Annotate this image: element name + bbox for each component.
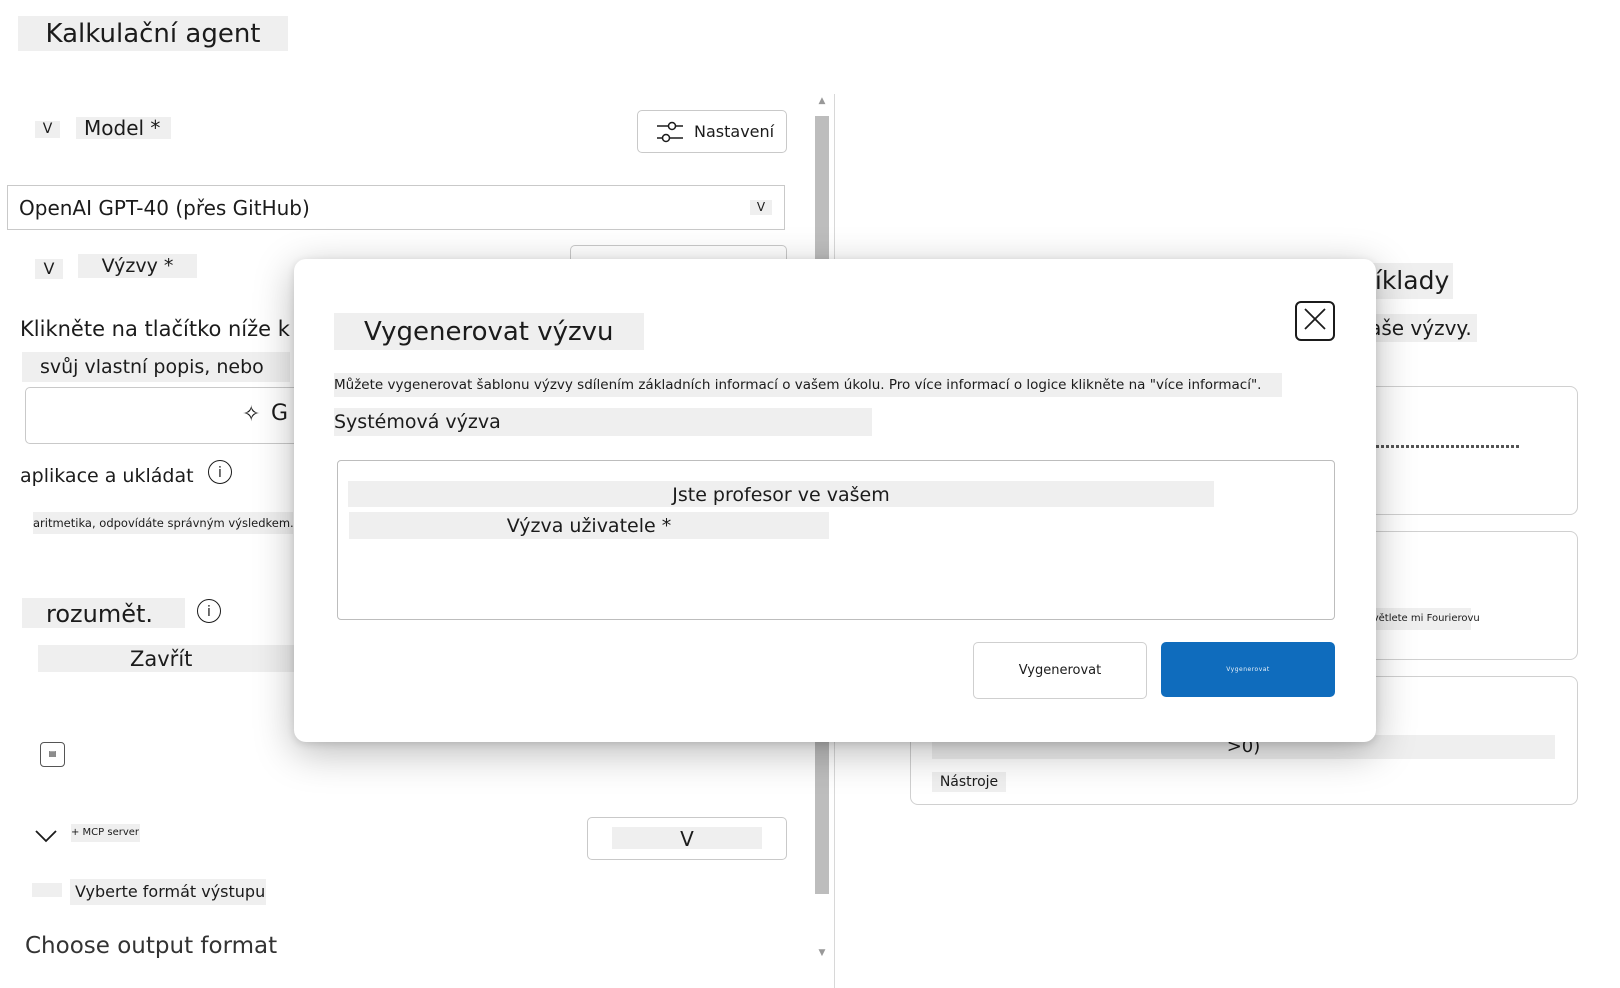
system-prompt-label: Systémová výzva bbox=[334, 408, 872, 436]
chevron-down-icon-tools[interactable] bbox=[34, 828, 58, 848]
tools-dropdown[interactable]: V bbox=[587, 817, 787, 860]
model-select-value: OpenAI GPT-40 (přes GitHub) bbox=[19, 196, 310, 220]
system-prompt-preview: aritmetika, odpovídáte správným výsledke… bbox=[33, 512, 293, 534]
close-label[interactable]: Zavřít bbox=[38, 645, 298, 672]
model-select[interactable]: OpenAI GPT-40 (přes GitHub) V bbox=[7, 185, 785, 230]
generate-button-label: Vygenerovat bbox=[1018, 663, 1102, 678]
info-icon-2[interactable]: i bbox=[197, 599, 221, 623]
generate-prompt-button-label: G bbox=[271, 401, 289, 426]
model-label: Model * bbox=[76, 117, 171, 139]
dialog-title: Vygenerovat výzvu bbox=[334, 313, 644, 350]
dialog-description: Můžete vygenerovat šablonu výzvy sdílení… bbox=[334, 373, 1282, 397]
primary-button[interactable]: Vygenerovat bbox=[1161, 642, 1335, 697]
sparkle-icon: ✧ bbox=[242, 402, 261, 427]
prompts-instruction-line2: svůj vlastní popis, nebo bbox=[22, 352, 290, 382]
generate-button[interactable]: Vygenerovat bbox=[973, 642, 1147, 699]
chevron-down-icon: V bbox=[750, 200, 772, 215]
prompts-label: Výzvy * bbox=[78, 254, 197, 278]
settings-button[interactable]: Nastavení bbox=[637, 110, 787, 153]
add-mcp-server[interactable]: + MCP server bbox=[71, 824, 140, 842]
understand-label: rozumět. bbox=[22, 598, 185, 628]
storage-note: aplikace a ukládat bbox=[20, 465, 194, 487]
format-icon bbox=[32, 883, 62, 897]
sliders-icon bbox=[656, 119, 684, 145]
textarea-line2: Výzva uživatele * bbox=[349, 512, 829, 539]
close-button[interactable] bbox=[1295, 301, 1335, 341]
prompts-collapse-toggle[interactable]: V bbox=[35, 259, 63, 279]
textarea-line1: Jste profesor ve vašem bbox=[348, 481, 1214, 507]
page-title: Kalkulační agent bbox=[18, 16, 288, 51]
primary-button-label: Vygenerovat bbox=[1226, 666, 1270, 673]
model-collapse-toggle[interactable]: V bbox=[35, 121, 60, 138]
system-prompt-textarea[interactable]: Jste profesor ve vašem Výzva uživatele * bbox=[337, 460, 1335, 620]
info-icon[interactable]: i bbox=[208, 460, 232, 484]
tools-dropdown-value: V bbox=[612, 827, 762, 851]
tool-icon[interactable]: ▤ bbox=[40, 742, 65, 767]
generate-prompt-button[interactable]: ✧ G bbox=[25, 387, 327, 444]
settings-button-label: Nastavení bbox=[694, 122, 775, 141]
scroll-up-arrow[interactable]: ▲ bbox=[814, 96, 830, 106]
example-card-1-text bbox=[1351, 445, 1521, 448]
close-icon bbox=[1302, 306, 1328, 336]
example-card-3-tag: Nástroje bbox=[932, 772, 1006, 792]
prompts-instruction-line1: Klikněte na tlačítko níže k bbox=[20, 317, 290, 341]
output-format-select[interactable]: Choose output format bbox=[25, 933, 277, 959]
output-format-label: Vyberte formát výstupu bbox=[70, 879, 266, 905]
scroll-down-arrow[interactable]: ▼ bbox=[814, 948, 830, 958]
